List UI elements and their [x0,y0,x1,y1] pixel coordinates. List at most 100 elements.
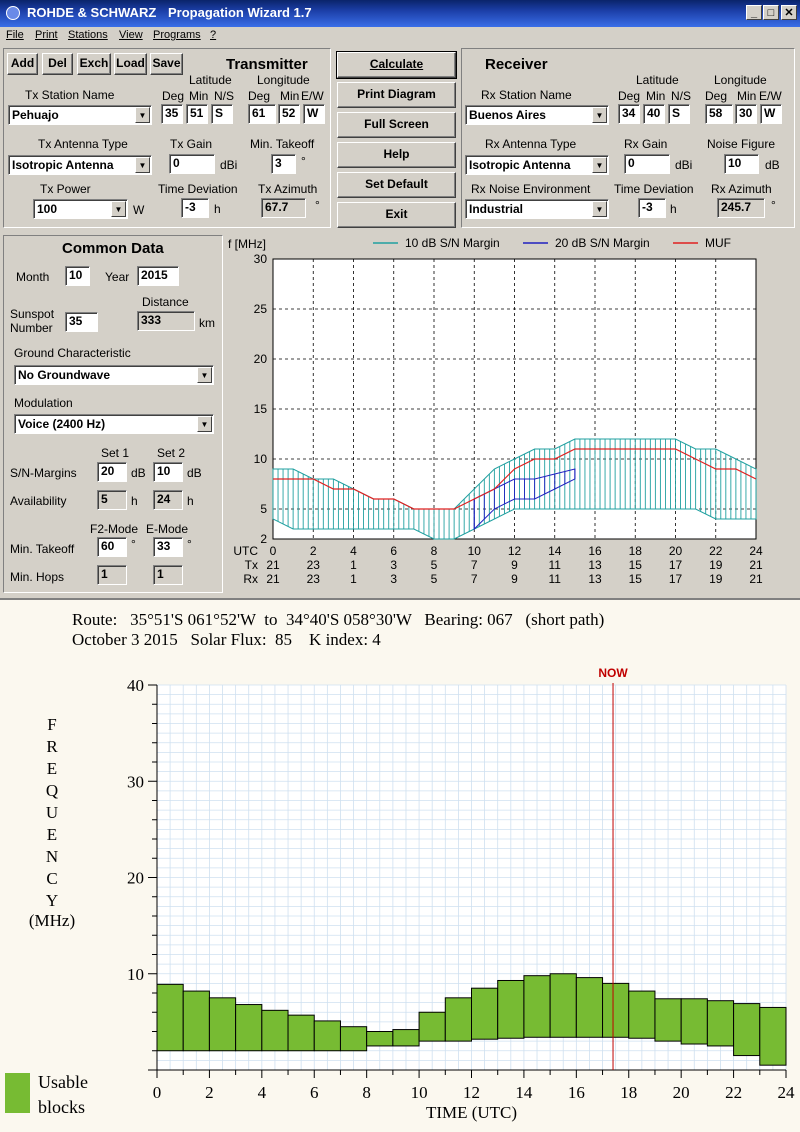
x-tick-label: 19 [709,572,723,586]
legend-label-0: 10 dB S/N Margin [405,236,500,250]
chevron-down-icon[interactable]: ▼ [197,367,212,383]
transmitter-heading: Transmitter [226,56,308,73]
tx-takeoff-field[interactable]: 3 [271,154,296,174]
chevron-down-icon[interactable]: ▼ [592,201,607,217]
chevron-down-icon[interactable]: ▼ [135,107,150,123]
x-tick-label: 21 [749,558,763,572]
menu-print[interactable]: Print [35,29,58,41]
x-tick-label: 0 [270,544,277,558]
menu-programs[interactable]: Programs [153,29,201,41]
tx-station-select[interactable]: Pehuajo ▼ [8,105,152,125]
tx-timedev-label: Time Deviation [158,182,238,196]
x-tick-label: 17 [669,558,683,572]
f2-takeoff-field[interactable]: 60 [97,537,127,557]
tx-station-label: Tx Station Name [25,88,115,102]
rx-timedev-field[interactable]: -3 [638,198,666,218]
year-field[interactable]: 2015 [137,266,179,286]
chevron-down-icon[interactable]: ▼ [197,416,212,432]
chevron-down-icon[interactable]: ▼ [111,201,126,217]
menu-bar: File Print Stations View Programs ? [0,27,800,45]
tx-lon-min-field[interactable]: 52 [278,104,300,124]
calculate-button[interactable]: Calculate [336,51,457,79]
tx-power-value: 100 [37,202,58,216]
exchange-button[interactable]: Exch [77,53,111,75]
usable-block [706,1000,735,1047]
rx-noise-figure-label: Noise Figure [707,137,776,151]
print-diagram-button[interactable]: Print Diagram [337,82,456,108]
tx-power-label: Tx Power [40,182,91,196]
x-tick-label: 3 [390,572,397,586]
rx-station-select[interactable]: Buenos Aires ▼ [465,105,609,125]
y-axis-letter: C [46,869,57,888]
y-axis-letter: E [47,759,57,778]
menu-file[interactable]: File [6,29,24,41]
rx-environment-value: Industrial [469,202,524,216]
usable-block [261,1009,289,1052]
delete-button[interactable]: Del [42,53,73,75]
save-button[interactable]: Save [150,53,183,75]
tx-antenna-select[interactable]: Isotropic Antenna ▼ [8,155,152,175]
menu-view[interactable]: View [119,29,143,41]
x-tick-label: 22 [725,1083,742,1102]
sn-margin-set1-field[interactable]: 20 [97,462,127,482]
y-tick-label: 10 [127,965,144,984]
tx-lon-deg-field[interactable]: 61 [248,104,276,124]
maximize-button[interactable]: □ [763,5,779,20]
x-tick-label: 11 [549,572,562,586]
usable-block [339,1026,368,1052]
rx-gain-field[interactable]: 0 [624,154,670,174]
tx-longitude-label: Longitude [257,73,310,87]
tx-lon-ew-field[interactable]: W [303,104,325,124]
y-tick-label: 2 [260,532,267,546]
set-default-button[interactable]: Set Default [337,172,456,198]
x-tick-label: 21 [749,572,763,586]
usable-block [208,997,237,1052]
rx-station-label: Rx Station Name [481,88,572,102]
rx-environment-select[interactable]: Industrial ▼ [465,199,609,219]
rx-lat-deg-field[interactable]: 34 [618,104,640,124]
y-tick-label: 10 [254,452,268,466]
rx-lon-min-field[interactable]: 30 [735,104,757,124]
tx-lon-ew-label: E/W [301,89,324,103]
tx-lat-ns-field[interactable]: S [211,104,233,124]
sunspot-field[interactable]: 35 [65,312,98,332]
tx-lat-min-field[interactable]: 51 [186,104,208,124]
chevron-down-icon[interactable]: ▼ [592,107,607,123]
sn-margin-set2-field[interactable]: 10 [153,462,183,482]
menu-stations[interactable]: Stations [68,29,108,41]
minimize-button[interactable]: _ [746,5,762,20]
modulation-select[interactable]: Voice (2400 Hz) ▼ [14,414,214,434]
tx-timedev-field[interactable]: -3 [181,198,209,218]
x-tick-label: 15 [629,558,643,572]
tx-power-select[interactable]: 100 ▼ [33,199,128,219]
legend-line-1: Usable [38,1072,88,1092]
load-button[interactable]: Load [114,53,147,75]
tx-power-unit: W [133,203,145,217]
rx-lon-deg-field[interactable]: 58 [705,104,733,124]
rx-lon-ew-field[interactable]: W [760,104,782,124]
rx-antenna-select[interactable]: Isotropic Antenna ▼ [465,155,609,175]
rx-noise-figure-field[interactable]: 10 [724,154,759,174]
x-tick-label: 1 [350,558,357,572]
rx-azimuth-label: Rx Azimuth [711,182,772,196]
x-tick-label: 23 [307,558,321,572]
x-tick-label: 18 [629,544,643,558]
chevron-down-icon[interactable]: ▼ [135,157,150,173]
rx-lat-min-field[interactable]: 40 [643,104,665,124]
tx-gain-field[interactable]: 0 [169,154,215,174]
help-button[interactable]: Help [337,142,456,168]
tx-lat-deg-field[interactable]: 35 [161,104,183,124]
e-takeoff-field[interactable]: 33 [153,537,183,557]
add-button[interactable]: Add [7,53,38,75]
x-tick-label: 21 [266,558,280,572]
chevron-down-icon[interactable]: ▼ [592,157,607,173]
menu-help[interactable]: ? [210,29,216,41]
close-button[interactable]: ✕ [781,5,797,20]
month-field[interactable]: 10 [65,266,90,286]
full-screen-button[interactable]: Full Screen [337,112,456,138]
rx-lat-ns-field[interactable]: S [668,104,690,124]
set1-label: Set 1 [101,446,130,460]
legend-swatch [5,1073,30,1113]
exit-button[interactable]: Exit [337,202,456,228]
ground-select[interactable]: No Groundwave ▼ [14,365,214,385]
